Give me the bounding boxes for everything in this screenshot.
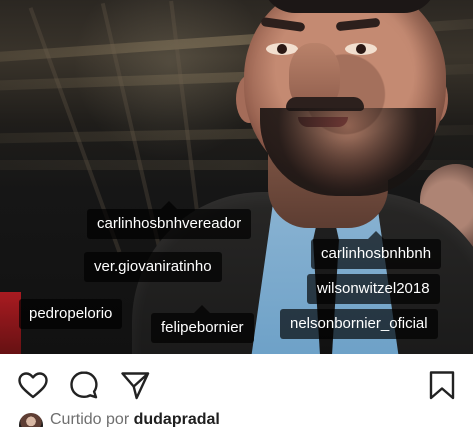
user-tag[interactable]: felipebornier: [151, 313, 254, 343]
liked-by-prefix: Curtido por: [50, 411, 130, 427]
share-icon[interactable]: [118, 368, 152, 402]
liked-by-user-link[interactable]: dudapradal: [134, 411, 220, 427]
bookmark-icon[interactable]: [425, 368, 459, 402]
user-tag[interactable]: nelsonbornier_oficial: [280, 309, 438, 339]
comment-icon[interactable]: [67, 368, 101, 402]
likes-row: Curtido por dudapradal: [0, 410, 473, 427]
post-action-bar: [0, 354, 473, 410]
red-seat: [0, 292, 21, 354]
person-eye: [345, 43, 377, 55]
person-hair: [262, 0, 437, 13]
heart-icon[interactable]: [16, 368, 50, 402]
avatar[interactable]: [19, 413, 43, 427]
user-tag[interactable]: carlinhosbnhbnh: [311, 239, 442, 269]
user-tag[interactable]: ver.giovaniratinho: [84, 252, 222, 282]
user-tag[interactable]: wilsonwitzel2018: [307, 274, 440, 304]
instagram-post: carlinhosbnhvereador ver.giovaniratinho …: [0, 0, 473, 427]
post-photo[interactable]: carlinhosbnhvereador ver.giovaniratinho …: [0, 0, 473, 354]
liked-by-text: Curtido por dudapradal: [50, 410, 220, 427]
user-tag[interactable]: pedropelorio: [19, 299, 123, 329]
user-tag[interactable]: carlinhosbnhvereador: [87, 209, 252, 239]
